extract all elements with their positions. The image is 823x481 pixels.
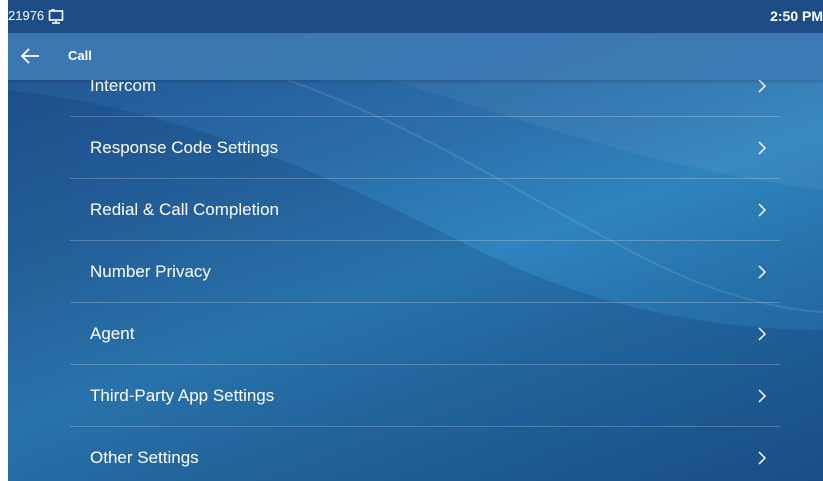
phone-screen: 21976 2:50 PM Call Intercom Response Cod…: [8, 0, 823, 481]
chevron-right-icon: [758, 451, 767, 465]
chevron-right-icon: [758, 327, 767, 341]
status-time: 2:50 PM: [770, 8, 823, 24]
chevron-right-icon: [758, 141, 767, 155]
menu-item-third-party-app-settings[interactable]: Third-Party App Settings: [70, 365, 780, 427]
menu-item-response-code-settings[interactable]: Response Code Settings: [70, 117, 780, 179]
menu-item-label: Agent: [90, 324, 135, 343]
chevron-right-icon: [758, 389, 767, 403]
menu-item-number-privacy[interactable]: Number Privacy: [70, 241, 780, 303]
menu-item-label: Third-Party App Settings: [90, 386, 275, 405]
title-bar: Call: [8, 33, 823, 80]
arrow-left-icon: [20, 48, 39, 64]
chevron-right-icon: [758, 203, 767, 217]
chevron-right-icon: [758, 265, 767, 279]
menu-item-redial-call-completion[interactable]: Redial & Call Completion: [70, 179, 780, 241]
status-bar: 21976 2:50 PM: [8, 0, 823, 33]
chevron-right-icon: [758, 79, 767, 93]
menu-item-label: Response Code Settings: [90, 138, 279, 157]
monitor-icon: [48, 8, 64, 24]
menu-item-label: Redial & Call Completion: [90, 200, 279, 219]
page-title: Call: [68, 48, 92, 63]
menu-item-other-settings[interactable]: Other Settings: [70, 427, 780, 481]
back-button[interactable]: [18, 45, 42, 67]
status-left: 21976: [8, 8, 64, 24]
menu-item-agent[interactable]: Agent: [70, 303, 780, 365]
extension-number: 21976: [8, 8, 45, 23]
settings-menu: Intercom Response Code Settings Redial &…: [70, 55, 780, 481]
menu-item-label: Number Privacy: [90, 262, 211, 281]
menu-item-label: Other Settings: [90, 448, 199, 467]
